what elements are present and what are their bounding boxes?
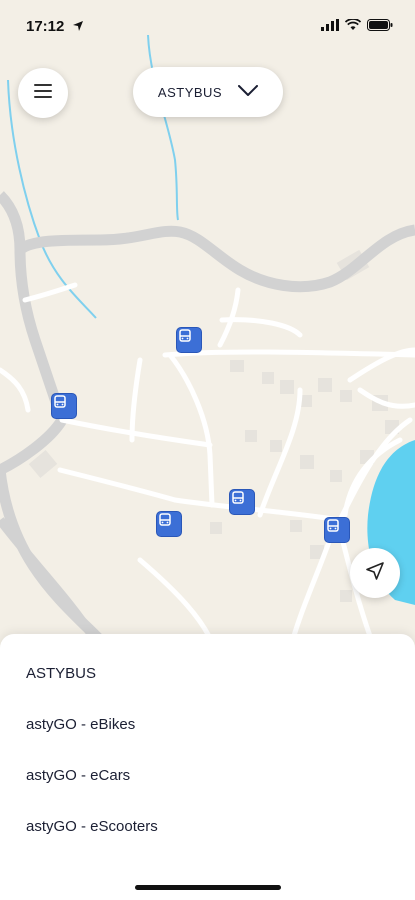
- menu-item-astybus[interactable]: ASTYBUS: [26, 665, 96, 682]
- bus-stop-marker[interactable]: [229, 489, 255, 515]
- service-menu-sheet: ASTYBUS astyGO - eBikes astyGO - eCars a…: [0, 634, 415, 900]
- locate-me-button[interactable]: [350, 548, 400, 598]
- cellular-signal-icon: [321, 18, 339, 35]
- navigation-arrow-icon: [365, 561, 385, 586]
- hamburger-icon: [34, 83, 52, 103]
- bus-stop-marker[interactable]: [156, 511, 182, 537]
- wifi-icon: [344, 18, 362, 35]
- home-indicator[interactable]: [135, 885, 281, 890]
- service-selector-label: ASTYBUS: [157, 84, 223, 100]
- menu-item-ecars[interactable]: astyGO - eCars: [26, 767, 130, 784]
- location-arrow-icon: [72, 19, 84, 36]
- service-selector[interactable]: ASTYBUS: [133, 67, 283, 117]
- menu-item-ebikes[interactable]: astyGO - eBikes: [26, 716, 135, 733]
- bus-stop-marker[interactable]: [51, 393, 77, 419]
- menu-item-escooters[interactable]: astyGO - eScooters: [26, 818, 158, 835]
- bus-stop-marker[interactable]: [176, 327, 202, 353]
- chevron-down-icon: [238, 84, 259, 100]
- bus-stop-marker[interactable]: [324, 517, 350, 543]
- status-icons: [321, 18, 393, 35]
- battery-icon: [367, 18, 393, 35]
- status-bar: 17:12: [0, 0, 415, 52]
- menu-button[interactable]: [18, 68, 68, 118]
- status-time: 17:12: [26, 18, 65, 35]
